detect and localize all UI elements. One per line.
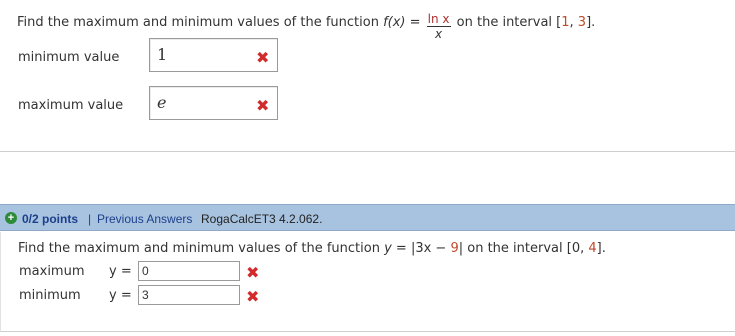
- interval-text: on the interval: [467, 241, 567, 256]
- incorrect-x-icon: ✖: [256, 48, 270, 67]
- interval-comma: ,: [569, 15, 578, 30]
- minimum-input[interactable]: 3: [138, 285, 240, 305]
- y-equals-label: y =: [109, 288, 132, 303]
- plus-circle-icon[interactable]: +: [5, 212, 17, 224]
- incorrect-x-icon: ✖: [256, 96, 270, 115]
- fraction: ln xx: [426, 12, 451, 41]
- problem-1-question: Find the maximum and minimum values of t…: [17, 8, 596, 41]
- incorrect-x-icon: ✖: [246, 263, 260, 282]
- function-end: |: [458, 241, 468, 256]
- points-score: 0/2 points: [22, 212, 79, 226]
- interval-close: ].: [586, 15, 596, 30]
- interval-start: 1: [561, 15, 570, 30]
- minimum-label: minimum: [19, 288, 81, 303]
- maximum-value-label: maximum value: [18, 98, 124, 113]
- interval-open: [0,: [566, 241, 589, 256]
- function-variable: y: [384, 241, 392, 256]
- function-name: f(x): [383, 15, 406, 30]
- problem-2-header: + 0/2 points | Previous Answers RogaCalc…: [0, 204, 735, 231]
- maximum-label: maximum: [19, 264, 85, 279]
- y-equals-label: y =: [109, 264, 132, 279]
- incorrect-x-icon: ✖: [246, 287, 260, 306]
- fraction-numerator: ln x: [426, 12, 451, 27]
- function-constant: 9: [450, 241, 459, 256]
- interval-end: 3: [577, 15, 587, 30]
- interval-end: 4: [588, 241, 597, 256]
- minimum-value-label: minimum value: [18, 50, 120, 65]
- interval-text: on the interval: [452, 15, 557, 30]
- interval-close: ].: [596, 241, 606, 256]
- function-body: = |3x −: [391, 241, 451, 256]
- maximum-input[interactable]: 0: [138, 261, 240, 281]
- header-separator: |: [88, 212, 92, 226]
- equals-sign: =: [405, 15, 425, 30]
- problem-1: Find the maximum and minimum values of t…: [0, 0, 735, 152]
- question-text: Find the maximum and minimum values of t…: [18, 241, 385, 256]
- question-text: Find the maximum and minimum values of t…: [17, 15, 384, 30]
- problem-2-question: Find the maximum and minimum values of t…: [18, 241, 606, 256]
- previous-answers-link[interactable]: Previous Answers: [97, 212, 192, 226]
- fraction-denominator: x: [435, 27, 443, 41]
- problem-2: Find the maximum and minimum values of t…: [0, 232, 735, 332]
- problem-source: RogaCalcET3 4.2.062.: [201, 212, 323, 226]
